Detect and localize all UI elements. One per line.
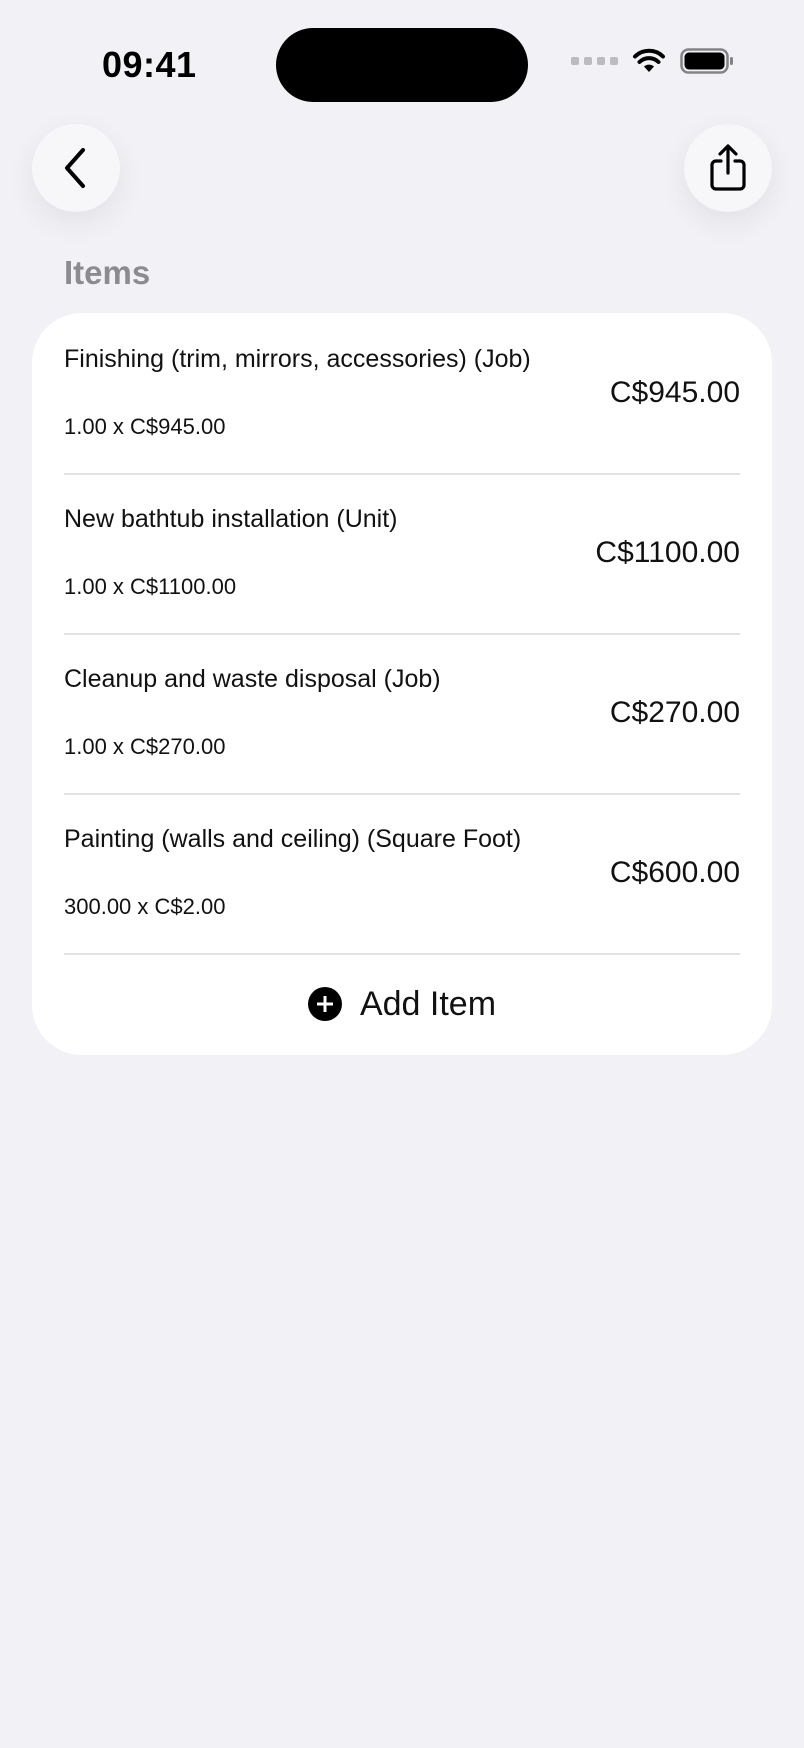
- item-row[interactable]: Painting (walls and ceiling) (Square Foo…: [64, 793, 740, 955]
- item-name: Finishing (trim, mirrors, accessories) (…: [64, 345, 531, 373]
- cellular-signal-icon: [571, 57, 618, 65]
- share-icon: [710, 144, 746, 191]
- item-quantity-price: 1.00 x C$270.00: [64, 734, 226, 759]
- items-card: Finishing (trim, mirrors, accessories) (…: [32, 313, 772, 1055]
- add-item-label: Add Item: [359, 984, 497, 1023]
- item-quantity-price: 1.00 x C$945.00: [64, 414, 226, 439]
- plus-circle-icon: [307, 987, 342, 1021]
- item-quantity-price: 1.00 x C$1100.00: [64, 574, 237, 599]
- item-total: C$945.00: [609, 376, 740, 409]
- wifi-icon: [633, 48, 665, 72]
- status-time: 09:41: [102, 44, 197, 85]
- dynamic-island: [276, 28, 528, 102]
- status-icons: [571, 48, 734, 74]
- add-item-button[interactable]: Add Item: [32, 953, 772, 1055]
- item-name: Painting (walls and ceiling) (Square Foo…: [64, 825, 522, 853]
- item-total: C$1100.00: [595, 536, 740, 569]
- item-total: C$270.00: [609, 696, 740, 729]
- item-total: C$600.00: [609, 856, 740, 889]
- item-row[interactable]: Finishing (trim, mirrors, accessories) (…: [64, 313, 740, 475]
- back-button[interactable]: [32, 124, 120, 212]
- share-button[interactable]: [684, 124, 772, 212]
- status-bar: 09:41: [0, 0, 804, 120]
- item-row[interactable]: Cleanup and waste disposal (Job) 1.00 x …: [64, 633, 740, 795]
- item-quantity-price: 300.00 x C$2.00: [64, 894, 226, 919]
- item-name: Cleanup and waste disposal (Job): [64, 665, 441, 693]
- item-name: New bathtub installation (Unit): [64, 505, 398, 533]
- battery-icon: [680, 48, 733, 74]
- chevron-left-icon: [65, 148, 85, 188]
- item-row[interactable]: New bathtub installation (Unit) 1.00 x C…: [64, 473, 740, 635]
- section-title: Items: [64, 254, 151, 291]
